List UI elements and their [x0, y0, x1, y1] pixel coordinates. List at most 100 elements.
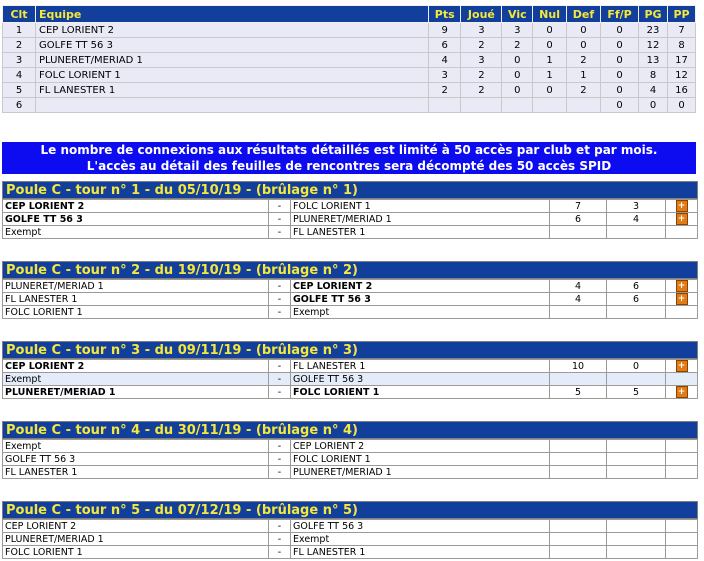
standings-row: 1 CEP LORIENT 2 9 3 3 0 0 0 23 7 [2, 22, 696, 38]
column-header: Def [565, 5, 602, 23]
score-b: 6 [606, 279, 666, 293]
round-block: Poule C - tour n° 5 - du 07/12/19 - (brû… [2, 501, 698, 559]
team-a-name: PLUNERET/MERIAD 1 [2, 279, 269, 293]
team-a-name: Exempt [2, 372, 269, 386]
matches-table: Exempt - CEP LORIENT 2 GOLFE TT 56 3- FOLC L… [2, 439, 698, 479]
round-title: Poule C - tour n° 3 - du 09/11/19 - (brû… [2, 341, 698, 359]
column-header: Vic [501, 5, 534, 23]
round-title: Poule C - tour n° 1 - du 05/10/19 - (brû… [2, 181, 698, 199]
standings-cell: 16 [667, 82, 696, 98]
standings-cell: 0 [501, 82, 534, 98]
match-row: PLUNERET/MERIAD 1- Exempt [2, 532, 698, 546]
separator: - [268, 439, 291, 453]
notice-line-1: Le nombre de connexions aux résultats dé… [40, 143, 658, 157]
score-b [606, 305, 666, 319]
score-a [549, 532, 607, 546]
detail-cell[interactable]: + [665, 292, 698, 306]
standings-cell: 1 [532, 52, 567, 68]
standings-row: 6000 [2, 97, 696, 113]
team-b-name: CEP LORIENT 2 [290, 279, 550, 293]
score-b: 4 [606, 212, 666, 226]
separator: - [268, 465, 291, 479]
standings-cell: 4 [427, 52, 462, 68]
team-a-name: Exempt [2, 439, 269, 453]
match-row: GOLFE TT 56 3- FOLC LORIENT 1 [2, 452, 698, 466]
standings-cell: 0 [600, 52, 639, 68]
detail-cell[interactable]: + [665, 199, 698, 213]
standings-cell: 2 [501, 37, 534, 53]
standings-cell: 2 [460, 37, 503, 53]
plus-icon[interactable]: + [675, 360, 688, 372]
team-a-name: CEP LORIENT 2 [2, 359, 269, 373]
score-a: 10 [549, 359, 607, 373]
notice-line-2: L'accès au détail des feuilles de rencon… [86, 159, 612, 173]
standings-table: Clt Equipe Pts Joué Vic Nul Def Ff/P PG PP 1 CEP LO… [2, 5, 696, 113]
team-b-name: PLUNERET/MERIAD 1 [290, 212, 550, 226]
standings-cell: 0 [501, 67, 534, 83]
separator: - [268, 199, 291, 213]
standings-cell [501, 97, 534, 113]
score-a: 4 [549, 279, 607, 293]
team-a-name: Exempt [2, 225, 269, 239]
separator: - [268, 305, 291, 319]
detail-cell[interactable]: + [665, 385, 698, 399]
standings-cell: 3 [427, 67, 462, 83]
plus-icon[interactable]: + [675, 280, 688, 292]
team-b-name: FL LANESTER 1 [290, 359, 550, 373]
team-b-name: FOLC LORIENT 1 [290, 452, 550, 466]
access-limit-notice: Le nombre de connexions aux résultats dé… [2, 142, 696, 174]
standings-cell: 2 [460, 67, 503, 83]
round-block: Poule C - tour n° 3 - du 09/11/19 - (brû… [2, 341, 698, 399]
team-a-name: GOLFE TT 56 3 [2, 212, 269, 226]
plus-icon[interactable]: + [675, 293, 688, 305]
match-row: FOLC LORIENT 1- FL LANESTER 1 [2, 545, 698, 559]
standings-row: 5 FL LANESTER 1 2 2 0 0 2 0 4 16 [2, 82, 696, 98]
team-a-name: CEP LORIENT 2 [2, 519, 269, 533]
detail-cell[interactable]: + [665, 279, 698, 293]
column-header: PG [637, 5, 669, 23]
round-block: Poule C - tour n° 4 - du 30/11/19 - (brû… [2, 421, 698, 479]
standings-cell: 0 [532, 37, 567, 53]
plus-icon[interactable]: + [675, 213, 688, 225]
standings-cell [565, 97, 602, 113]
standings-cell: 4 [637, 82, 669, 98]
detail-cell[interactable]: + [665, 359, 698, 373]
separator: - [268, 225, 291, 239]
detail-cell [665, 519, 698, 533]
score-a [549, 305, 607, 319]
match-row: CEP LORIENT 2- FL LANESTER 1 10 0 + [2, 359, 698, 373]
standings-cell: 0 [565, 22, 602, 38]
team-b-name: FOLC LORIENT 1 [290, 199, 550, 213]
standings-cell: 0 [565, 37, 602, 53]
score-a: 4 [549, 292, 607, 306]
team-b-name: Exempt [290, 532, 550, 546]
matches-table: CEP LORIENT 2- FOLC LORIENT 1 7 3 + GOLFE TT … [2, 199, 698, 239]
standings-cell: 0 [532, 82, 567, 98]
match-row: GOLFE TT 56 3- PLUNERET/MERIAD 1 6 4 + [2, 212, 698, 226]
standings-cell: 13 [637, 52, 669, 68]
score-b: 6 [606, 292, 666, 306]
matches-table: PLUNERET/MERIAD 1- CEP LORIENT 2 4 6 + FL LAN… [2, 279, 698, 319]
standings-cell [427, 97, 462, 113]
separator: - [268, 372, 291, 386]
score-b [606, 545, 666, 559]
separator: - [268, 532, 291, 546]
plus-icon[interactable]: + [675, 386, 688, 398]
detail-cell[interactable]: + [665, 212, 698, 226]
standings-cell: 3 [460, 52, 503, 68]
plus-icon[interactable]: + [675, 200, 688, 212]
team-b-name: FL LANESTER 1 [290, 225, 550, 239]
standings-cell: 2 [460, 82, 503, 98]
match-row: PLUNERET/MERIAD 1- CEP LORIENT 2 4 6 + [2, 279, 698, 293]
matches-table: CEP LORIENT 2- FL LANESTER 1 10 0 + Exempt - GO… [2, 359, 698, 399]
team-name: FL LANESTER 1 [35, 82, 429, 98]
team-b-name: CEP LORIENT 2 [290, 439, 550, 453]
team-b-name: GOLFE TT 56 3 [290, 292, 550, 306]
column-header: Pts [427, 5, 462, 23]
match-row: Exempt - GOLFE TT 56 3 [2, 372, 698, 386]
separator: - [268, 292, 291, 306]
standings-cell: 0 [600, 37, 639, 53]
standings-cell: 2 [565, 52, 602, 68]
standings-cell: 0 [667, 97, 696, 113]
score-a [549, 225, 607, 239]
